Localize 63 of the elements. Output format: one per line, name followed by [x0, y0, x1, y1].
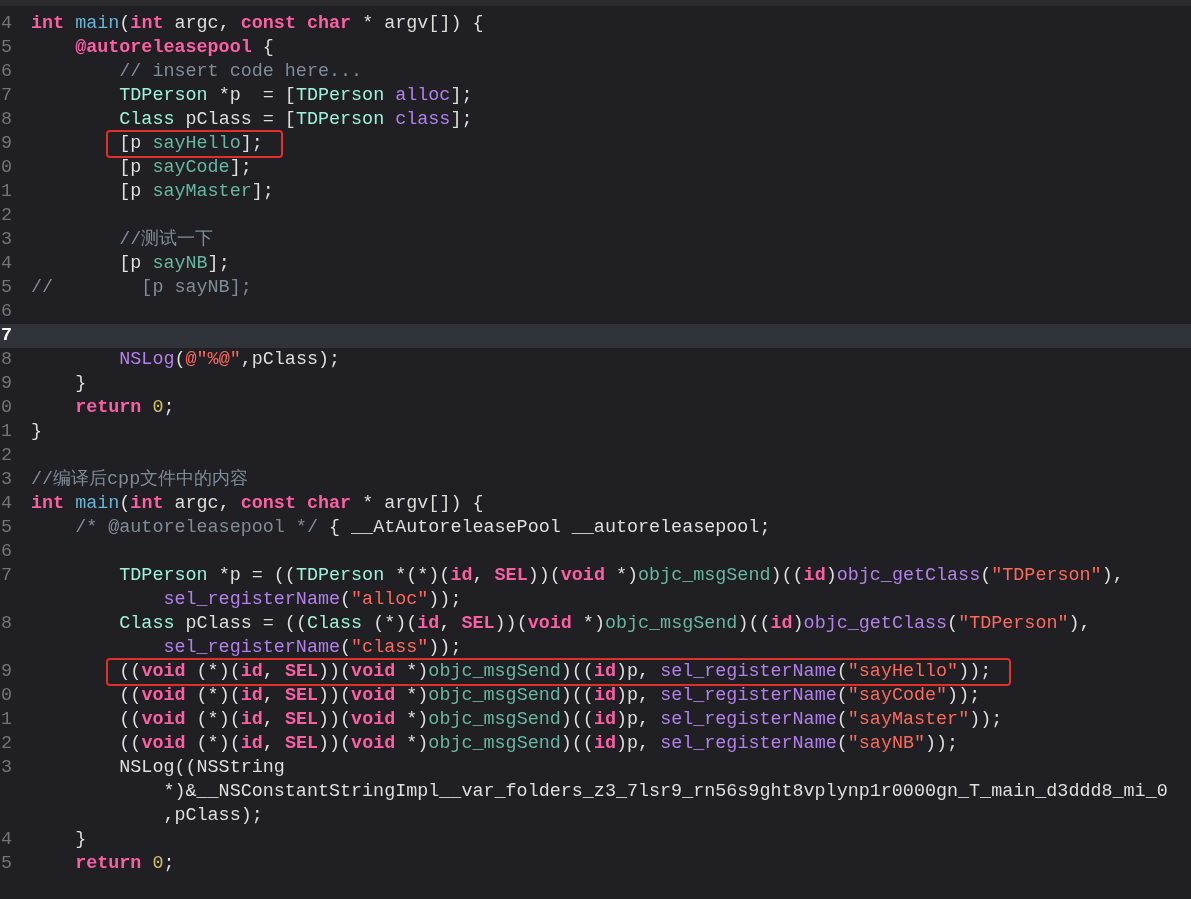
code-line: ((void (*)(id, SEL))(void *)objc_msgSend)((id)p, sel_registerName("sayCode")); — [118, 684, 981, 709]
line-number: 8 — [0, 108, 12, 133]
line-number: 5 — [0, 276, 12, 301]
code-line: return 0; — [74, 852, 175, 877]
line-number: 3 — [0, 756, 12, 781]
code-line: TDPerson *p = [TDPerson alloc]; — [118, 84, 473, 109]
code-line: int main(int argc, const char * argv[]) { — [31, 12, 484, 37]
code-line: [p sayCode]; — [118, 156, 252, 181]
line-number: 2 — [0, 444, 12, 469]
line-number: 0 — [0, 396, 12, 421]
code-line: int main(int argc, const char * argv[]) { — [31, 492, 484, 517]
line-number: 5 — [0, 852, 12, 877]
code-line: NSLog((NSString — [118, 756, 285, 781]
code-line: sel_registerName("alloc")); — [162, 588, 462, 613]
line-number: 7 — [0, 84, 12, 109]
line-number: 9 — [0, 660, 12, 685]
line-number: 1 — [0, 708, 12, 733]
line-number: 7 — [0, 324, 12, 349]
code-line: } — [31, 420, 43, 445]
line-number: 2 — [0, 732, 12, 757]
code-line: NSLog(@"%@",pClass); — [118, 348, 341, 373]
line-number: 3 — [0, 468, 12, 493]
line-number: 9 — [0, 372, 12, 397]
code-line: /* @autoreleasepool */ { __AtAutoreleasePool __autoreleasepool; — [74, 516, 771, 541]
line-number: 0 — [0, 684, 12, 709]
line-number: 4 — [0, 828, 12, 853]
line-number: 6 — [0, 540, 12, 565]
code-line: //测试一下 — [118, 228, 214, 253]
code-line: ((void (*)(id, SEL))(void *)objc_msgSend)((id)p, sel_registerName("sayMaster")); — [118, 708, 1003, 733]
line-number: 6 — [0, 300, 12, 325]
code-line: //编译后cpp文件中的内容 — [31, 468, 249, 493]
line-number: 7 — [0, 564, 12, 589]
code-line: Class pClass = [TDPerson class]; — [118, 108, 473, 133]
line-number: 0 — [0, 156, 12, 181]
line-number: 5 — [0, 36, 12, 61]
line-number: 3 — [0, 228, 12, 253]
code-line: ,pClass); — [162, 804, 263, 829]
code-line: ((void (*)(id, SEL))(void *)objc_msgSend)((id)p, sel_registerName("sayNB")); — [118, 732, 959, 757]
line-number: 5 — [0, 516, 12, 541]
code-line: [p sayHello]; — [119, 132, 263, 157]
code-line: // insert code here... — [118, 60, 363, 85]
line-number: 1 — [0, 420, 12, 445]
code-line: } — [74, 372, 87, 397]
line-number: 8 — [0, 348, 12, 373]
line-number: 2 — [0, 204, 12, 229]
line-number: 1 — [0, 180, 12, 205]
code-line: [p sayMaster]; — [118, 180, 274, 205]
line-number: 6 — [0, 60, 12, 85]
code-line: return 0; — [74, 396, 175, 421]
code-line: Class pClass = ((Class (*)(id, SEL))(void *)objc_msgSend)((id)objc_getClass("TDPerson"), — [118, 612, 1091, 637]
code-line: TDPerson *p = ((TDPerson *(*)(id, SEL))(void *)objc_msgSend)((id)objc_getClass("TDPerson"), — [118, 564, 1124, 589]
code-line: } — [74, 828, 87, 853]
line-number: 4 — [0, 252, 12, 277]
line-number: 9 — [0, 132, 12, 157]
code-line: *)&__NSConstantStringImpl__var_folders_z3_7lsr9_rn56s9ght8vplynp1r0000gn_T_main_d3ddd8_mi_0 — [162, 780, 1168, 805]
code-line: [p sayNB]; — [118, 252, 230, 277]
code-line: @autoreleasepool { — [74, 36, 274, 61]
line-number: 4 — [0, 12, 12, 37]
line-number: 4 — [0, 492, 12, 517]
line-number: 8 — [0, 612, 12, 637]
code-line: // [p sayNB]; — [31, 276, 252, 301]
code-line: sel_registerName("class")); — [162, 636, 462, 661]
code-line: ((void (*)(id, SEL))(void *)objc_msgSend)((id)p, sel_registerName("sayHello")); — [119, 660, 992, 685]
